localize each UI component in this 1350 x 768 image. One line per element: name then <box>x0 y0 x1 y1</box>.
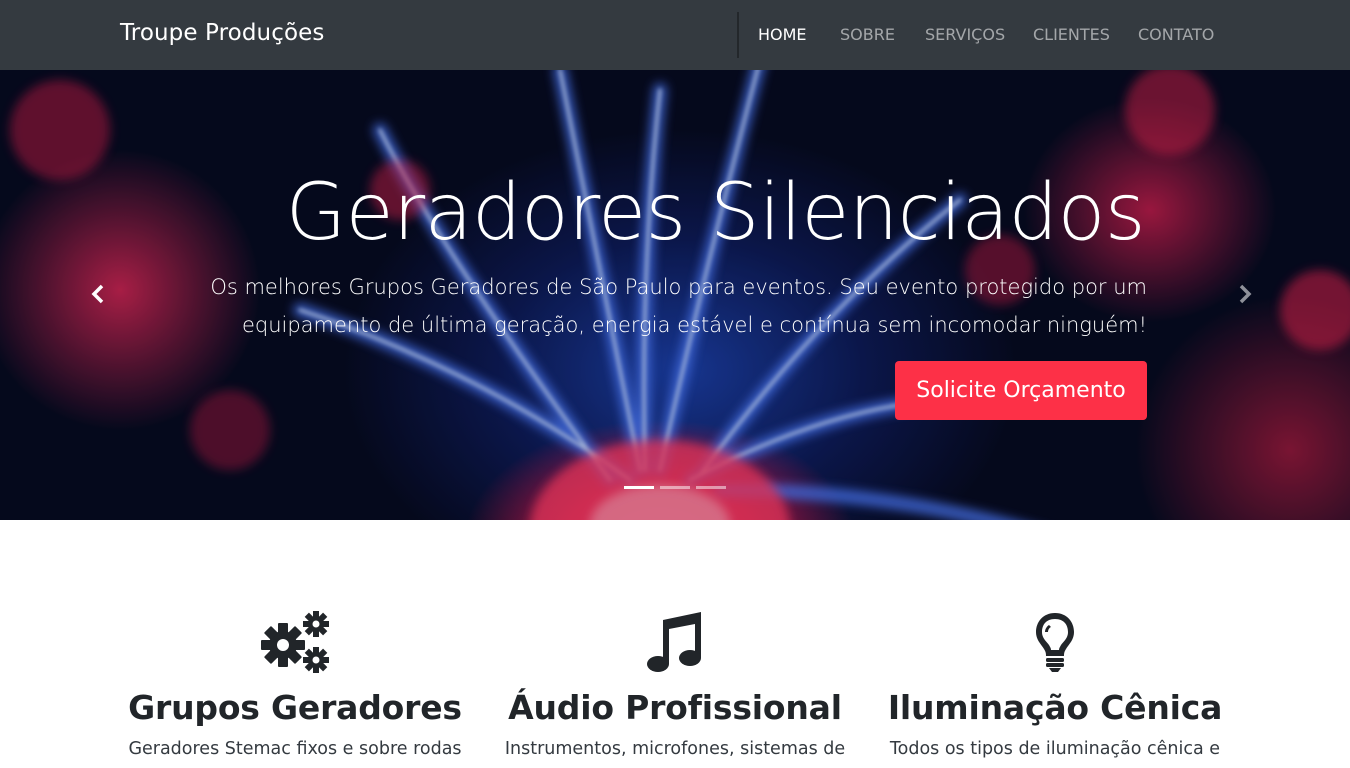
carousel-indicator-3[interactable] <box>696 486 726 489</box>
carousel-next-button[interactable] <box>1235 282 1255 306</box>
feature-card-audio: Áudio Profissional Instrumentos, microfo… <box>485 608 865 759</box>
hero-carousel: Geradores Silenciados Os melhores Grupos… <box>0 70 1350 520</box>
hero-description: Os melhores Grupos Geradores de São Paul… <box>187 268 1147 344</box>
gears-icon <box>105 608 485 676</box>
nav-item-sobre[interactable]: SOBRE <box>840 25 895 45</box>
nav-item-home[interactable]: HOME <box>758 25 807 45</box>
nav-divider <box>737 12 739 58</box>
hero-description-line-2: equipamento de última geração, energia e… <box>241 313 1147 337</box>
request-quote-button[interactable]: Solicite Orçamento <box>895 361 1147 420</box>
carousel-indicator-2[interactable] <box>660 486 690 489</box>
nav-item-clientes[interactable]: CLIENTES <box>1033 25 1110 45</box>
feature-text-audio: Instrumentos, microfones, sistemas de <box>504 739 846 759</box>
feature-text-lighting: Todos os tipos de iluminação cênica e <box>889 739 1221 759</box>
feature-title-audio: Áudio Profissional <box>508 688 842 727</box>
nav-item-contato[interactable]: CONTATO <box>1138 25 1214 45</box>
feature-title-generators: Grupos Geradores <box>128 688 462 727</box>
lightbulb-icon <box>865 608 1245 676</box>
hero-title: Geradores Silenciados <box>285 168 1146 258</box>
feature-card-lighting: Iluminação Cênica Todos os tipos de ilum… <box>865 608 1245 759</box>
top-navbar: Troupe Produções HOME SOBRE SERVIÇOS CLI… <box>0 0 1350 70</box>
music-note-icon <box>485 608 865 676</box>
feature-card-generators: Grupos Geradores Geradores Stemac fixos … <box>105 608 485 759</box>
feature-text-generators: Geradores Stemac fixos e sobre rodas <box>128 739 462 759</box>
nav-item-servicos[interactable]: SERVIÇOS <box>925 25 1005 45</box>
chevron-right-icon <box>1239 284 1252 304</box>
brand-logo-text[interactable]: Troupe Produções <box>120 20 324 46</box>
carousel-indicator-1[interactable] <box>624 486 654 489</box>
carousel-indicators <box>624 486 726 489</box>
chevron-left-icon <box>91 284 104 304</box>
hero-description-line-1: Os melhores Grupos Geradores de São Paul… <box>210 275 1147 299</box>
carousel-prev-button[interactable] <box>88 282 108 306</box>
feature-title-lighting: Iluminação Cênica <box>887 688 1223 727</box>
